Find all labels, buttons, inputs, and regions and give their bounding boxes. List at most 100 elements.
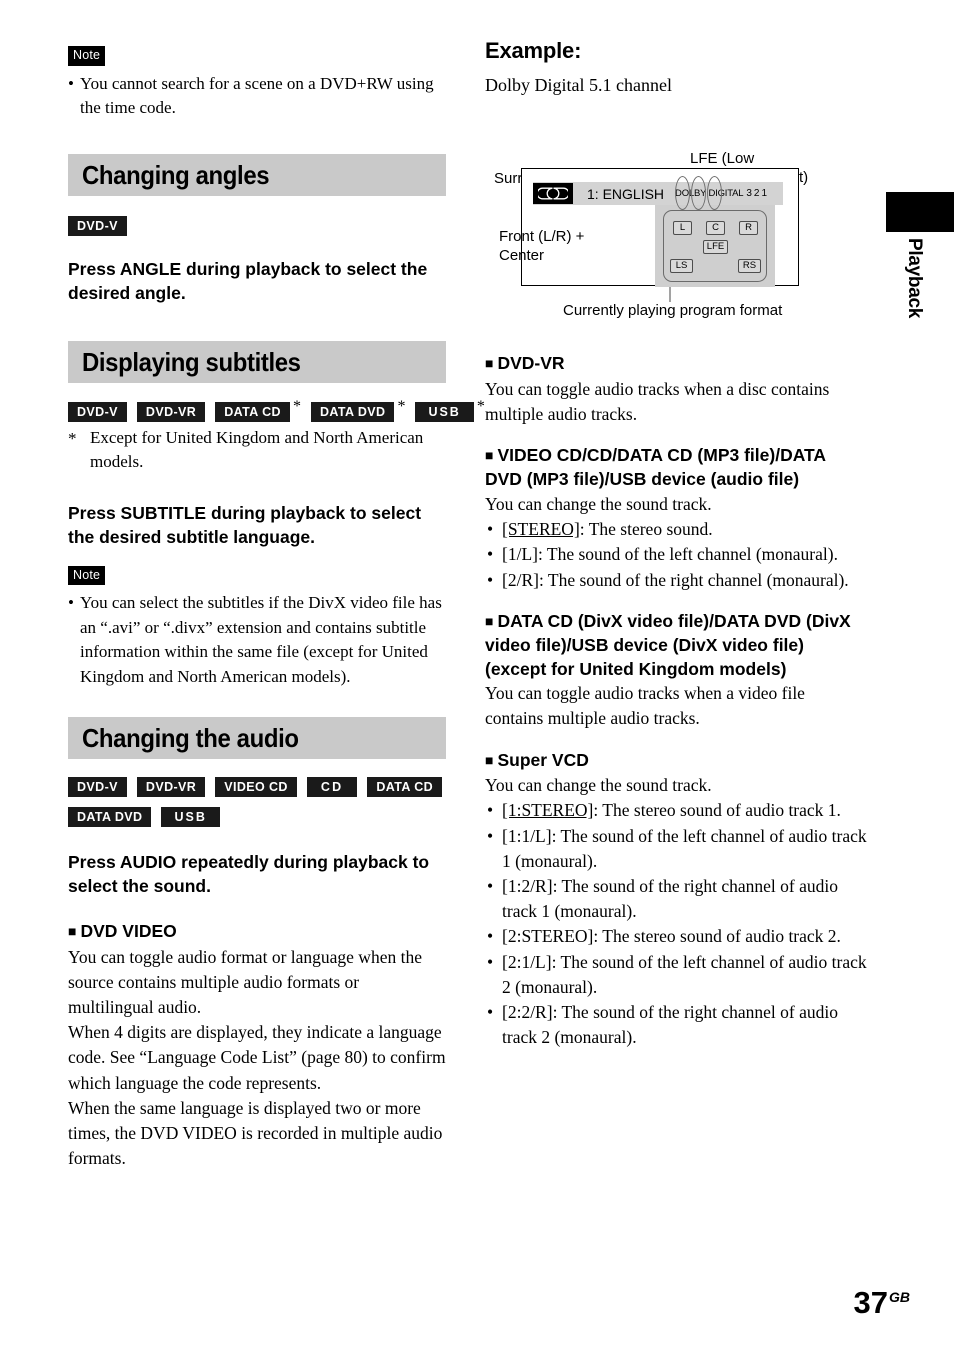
- media-badge: DVD-V: [68, 401, 127, 422]
- option-desc: : The sound of the left channel of audio…: [502, 951, 867, 997]
- speaker-C: C: [706, 221, 725, 235]
- option-desc: : The stereo sound.: [579, 519, 713, 540]
- list-item: [STEREO]: The stereo sound.: [485, 517, 867, 542]
- media-badge: DVD-VR: [136, 777, 206, 797]
- diagram-caption: Currently playing program format: [563, 302, 783, 319]
- media-badge: USB *: [415, 397, 485, 422]
- osd-channel-number: 3: [746, 187, 752, 199]
- media-badge-label: DATA DVD: [310, 401, 395, 422]
- bullet-list-video-cd: [STEREO]: The stereo sound. [1/L]: The s…: [485, 517, 867, 593]
- option-key: [1:1/L]: [502, 825, 552, 846]
- example-title: Example:: [485, 38, 582, 63]
- media-badge-label: USB: [161, 807, 220, 827]
- diagram-label-front: Front (L/R) + Center: [499, 228, 585, 264]
- media-badge: CD: [306, 777, 358, 797]
- dolby-digital-diagram: Surround (L/R) LFE (Low Frequency Effect…: [485, 110, 867, 340]
- osd-channel-numbers: 3 2 1: [746, 187, 767, 199]
- highlight-oval-2: [691, 176, 706, 210]
- subheading-text: Super VCD: [497, 749, 589, 770]
- option-key: [STEREO]: [502, 519, 580, 540]
- media-badge: DATA DVD *: [310, 397, 406, 422]
- subheading-super-vcd: ■ Super VCD: [485, 749, 867, 774]
- media-badge-label: DVD-V: [68, 215, 127, 236]
- paragraph-super-vcd: You can change the sound track.: [485, 775, 712, 796]
- list-item: [2:STEREO]: The stereo sound of audio tr…: [485, 924, 867, 949]
- left-column: Note You cannot search for a scene on a …: [68, 46, 485, 1171]
- footnote-star: *: [397, 397, 406, 415]
- highlight-oval-1: [707, 176, 722, 210]
- list-item: [1/L]: The sound of the left channel (mo…: [485, 542, 867, 567]
- footnote-star: *: [476, 397, 485, 415]
- paragraph-data-cd-divx: You can toggle audio tracks when a video…: [485, 683, 805, 729]
- black-square-icon: ■: [485, 751, 494, 768]
- black-square-icon: ■: [485, 612, 494, 629]
- osd-track-label: 1: ENGLISH: [587, 185, 665, 202]
- list-item: [2:2/R]: The sound of the right channel …: [485, 1000, 867, 1050]
- option-key: [2:1/L]: [502, 951, 552, 972]
- subheading-text: DATA CD (DivX video file)/DATA DVD (DivX…: [485, 610, 851, 656]
- subheading-text: DVD VIDEO: [80, 921, 177, 941]
- media-badge-label: USB: [415, 401, 474, 422]
- media-badge-label: DVD-VR: [136, 777, 206, 797]
- section-title: Displaying subtitles: [82, 346, 301, 377]
- osd-channel-number: 2: [753, 187, 760, 199]
- list-item: [1:1/L]: The sound of the left channel o…: [485, 824, 867, 874]
- page-number-region: GB: [889, 1288, 910, 1305]
- badge-row-angles: DVD-V: [68, 215, 446, 236]
- speaker-R: R: [739, 221, 758, 235]
- section-heading-displaying-subtitles: Displaying subtitles: [68, 340, 446, 383]
- bullet-list-super-vcd: [1:STEREO] : The stereo sound of audio tr…: [485, 798, 867, 1050]
- list-item: [2:1/L]: The sound of the left channel o…: [485, 950, 867, 1000]
- speaker-LFE: LFE: [703, 240, 728, 254]
- black-square-icon: ■: [485, 355, 494, 371]
- dolby-logo-svg: [538, 187, 568, 200]
- media-badge: DVD-VR: [136, 401, 206, 422]
- speaker-layout-panel: L C R LFE LS RS: [663, 210, 767, 282]
- note-item: You cannot search for a scene on a DVD+R…: [68, 72, 446, 121]
- option-desc: : The stereo sound of audio track 2.: [593, 926, 841, 947]
- footnote-star: *: [292, 397, 301, 415]
- osd-display-bar: 1: ENGLISH DOLBY DIGITAL 3 2 1: [533, 182, 783, 205]
- black-square-icon: ■: [68, 923, 77, 939]
- media-badge-label: CD: [306, 777, 358, 797]
- speaker-LS: LS: [670, 259, 693, 273]
- note-list-top: You cannot search for a scene on a DVD+R…: [68, 72, 446, 121]
- page-number: 37GB: [854, 1287, 910, 1318]
- paragraph-dvd-video-3: When the same language is displayed two …: [68, 1097, 443, 1169]
- media-badge-label: DVD-VR: [136, 401, 206, 422]
- section-heading-changing-angles: Changing angles: [68, 153, 446, 196]
- note-block-subtitles: Note You can select the subtitles if the…: [68, 565, 446, 690]
- paragraph-dvd-vr: You can toggle audio tracks when a disc …: [485, 378, 830, 424]
- badge-row-audio-2: DATA DVD USB: [68, 807, 446, 827]
- example-subtitle: Dolby Digital 5.1 channel: [485, 75, 672, 95]
- option-key: [1:STEREO]: [502, 800, 594, 821]
- footnote-subtitles: * Except for United Kingdom and North Am…: [68, 426, 446, 474]
- section-heading-changing-the-audio: Changing the audio: [68, 717, 446, 759]
- media-badge: DATA CD *: [215, 397, 301, 422]
- option-key: [2:2/R]: [502, 1001, 553, 1022]
- media-badge: DATA CD: [367, 777, 443, 797]
- media-badge: DVD-V: [68, 777, 127, 797]
- right-column: Example: Dolby Digital 5.1 channel Surro…: [485, 40, 867, 1050]
- manual-page: Note You cannot search for a scene on a …: [0, 0, 954, 1352]
- media-badge-label: DATA CD: [215, 401, 290, 422]
- highlight-oval-3: [675, 176, 690, 210]
- media-badge-label: DVD-V: [68, 401, 127, 422]
- option-key: [1:2/R]: [502, 875, 553, 896]
- note-block-top: Note You cannot search for a scene on a …: [68, 46, 446, 121]
- subheading-video-cd: ■ VIDEO CD/CD/DATA CD (MP3 file)/DATA DVD…: [485, 444, 867, 492]
- list-item: [1:STEREO]: The stereo sound of audio tr…: [485, 798, 867, 823]
- badge-row-audio-1: DVD-V DVD-VR VIDEO CD CD DATA CD: [68, 777, 446, 797]
- paragraph-dvd-video-2: When 4 digits are displayed, they indica…: [68, 1022, 446, 1093]
- media-badge: DVD-V: [68, 215, 127, 236]
- subheading-text: DVD-VR: [497, 353, 565, 373]
- option-key: [2:STEREO]: [502, 926, 594, 947]
- dolby-double-d-icon: [533, 183, 573, 204]
- badge-row-subtitles: DVD-V DVD-VR DATA CD * DATA DVD * USB *: [68, 397, 485, 422]
- subheading-data-cd-divx: ■ DATA CD (DivX video file)/DATA DVD (Div…: [485, 610, 867, 682]
- list-item: [2/R]: The sound of the right channel (m…: [485, 568, 867, 593]
- note-label: Note: [68, 565, 106, 585]
- media-badge: USB: [161, 807, 220, 827]
- footnote-mark: *: [68, 428, 77, 448]
- subheading-text: VIDEO CD/CD/DATA CD (MP3 file)/DATA DVD …: [485, 444, 826, 490]
